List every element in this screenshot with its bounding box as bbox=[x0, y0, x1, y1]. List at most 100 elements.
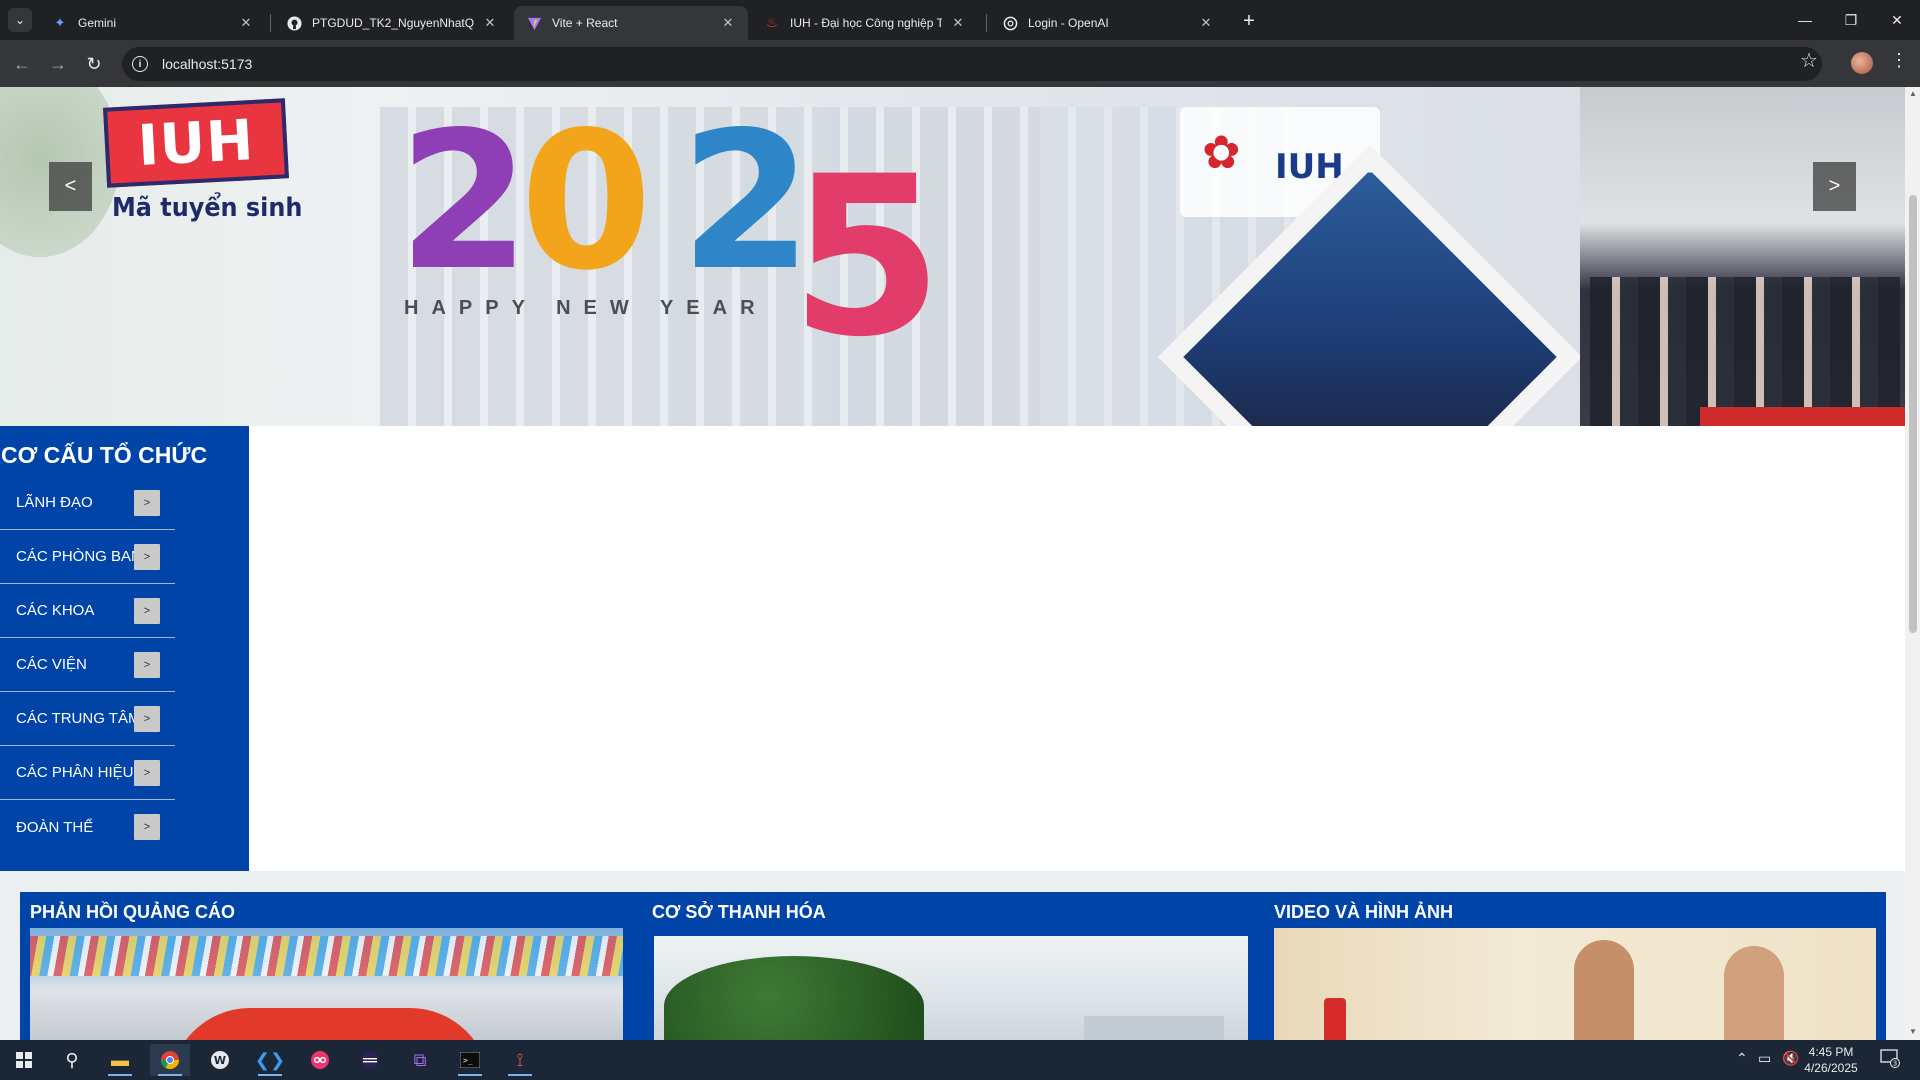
iuh-icon: ♨ bbox=[766, 15, 778, 30]
org-item-unions[interactable]: ĐOÀN THỂ > bbox=[0, 800, 175, 854]
org-item-branches[interactable]: CÁC PHÂN HIỆU > bbox=[0, 746, 175, 800]
expand-button[interactable]: > bbox=[134, 652, 160, 678]
signing-table bbox=[1700, 407, 1905, 426]
forward-arrow-icon[interactable]: → bbox=[44, 50, 72, 78]
eclipse-icon[interactable] bbox=[350, 1044, 390, 1076]
tab-search-dropdown-icon[interactable]: ⌄ bbox=[8, 8, 32, 32]
hero-banner-carousel: IUH Mã tuyển sinh 2 0 2 5 HAPPY NEW YEAR… bbox=[0, 87, 1905, 426]
visual-studio-icon[interactable]: ⧉ bbox=[400, 1044, 440, 1076]
tab-label: IUH - Đại học Công nghiệp TP.H bbox=[790, 16, 942, 30]
org-item-centers[interactable]: CÁC TRUNG TÂM > bbox=[0, 692, 175, 746]
windows-taskbar: ⚲ ▬ W ❮❯ ⧉ >_ ⟟ ⌃ ▭ 🔇 4:45 PM 4/26/2025 … bbox=[0, 1040, 1920, 1080]
scrollbar-thumb[interactable] bbox=[1909, 195, 1917, 633]
file-explorer-icon[interactable]: ▬ bbox=[100, 1044, 140, 1076]
openai-icon bbox=[1002, 15, 1018, 31]
org-item-leadership[interactable]: LÃNH ĐẠO > bbox=[0, 476, 175, 530]
window-close-button[interactable]: ✕ bbox=[1874, 0, 1920, 40]
thanh-hoa-campus-image[interactable] bbox=[654, 936, 1248, 1040]
org-structure-sidebar: CƠ CẤU TỔ CHỨC LÃNH ĐẠO > CÁC PHÒNG BAN … bbox=[0, 426, 249, 871]
campus-building bbox=[1084, 1016, 1224, 1040]
tab-separator bbox=[986, 14, 987, 32]
close-icon[interactable]: ✕ bbox=[950, 15, 966, 31]
url-text[interactable]: localhost:5173 bbox=[162, 56, 252, 72]
clock-time: 4:45 PM bbox=[1808, 1045, 1854, 1059]
panel-title-thanh-hoa-campus[interactable]: CƠ SỞ THANH HÓA bbox=[652, 902, 826, 923]
back-arrow-icon[interactable]: ← bbox=[8, 50, 36, 78]
minimize-button[interactable]: — bbox=[1782, 0, 1828, 40]
address-bar[interactable]: i localhost:5173 bbox=[122, 47, 1822, 81]
tab-label: Vite + React bbox=[552, 16, 618, 30]
github-icon bbox=[286, 15, 302, 31]
year-digit: 5 bbox=[790, 129, 944, 385]
org-item-faculties[interactable]: CÁC KHOA > bbox=[0, 584, 175, 638]
close-icon[interactable]: ✕ bbox=[482, 15, 498, 31]
app-oo-icon[interactable] bbox=[300, 1044, 340, 1076]
page-scrollbar[interactable]: ▲ ▼ bbox=[1905, 87, 1920, 1040]
site-info-icon[interactable]: i bbox=[132, 56, 148, 72]
profile-avatar[interactable] bbox=[1851, 52, 1873, 74]
browser-tab-bar: ⌄ ✦ Gemini ✕ PTGDUD_TK2_NguyenNhatQua ✕ … bbox=[0, 0, 1920, 40]
tab-label: Gemini bbox=[78, 16, 117, 30]
tab-openai[interactable]: Login - OpenAI ✕ bbox=[990, 6, 1226, 40]
tab-label: PTGDUD_TK2_NguyenNhatQua bbox=[312, 16, 474, 30]
expand-button[interactable]: > bbox=[134, 760, 160, 786]
org-item-departments[interactable]: CÁC PHÒNG BAN > bbox=[0, 530, 175, 584]
tab-iuh[interactable]: ♨ IUH - Đại học Công nghiệp TP.H ✕ bbox=[752, 6, 978, 40]
system-clock[interactable]: 4:45 PM 4/26/2025 bbox=[1796, 1044, 1866, 1076]
vscode-icon[interactable]: ❮❯ bbox=[250, 1044, 290, 1076]
app-w-icon[interactable]: W bbox=[200, 1044, 240, 1076]
org-item-label: CÁC PHÒNG BAN bbox=[16, 548, 142, 565]
tab-gemini[interactable]: ✦ Gemini ✕ bbox=[40, 6, 266, 40]
clock-date: 4/26/2025 bbox=[1804, 1061, 1858, 1075]
restore-button[interactable]: ❐ bbox=[1828, 0, 1874, 40]
expand-button[interactable]: > bbox=[134, 814, 160, 840]
new-tab-button[interactable]: + bbox=[1236, 8, 1262, 34]
expand-button[interactable]: > bbox=[134, 598, 160, 624]
scroll-down-arrow-icon[interactable]: ▼ bbox=[1909, 1027, 1917, 1036]
panel-title-video-images[interactable]: VIDEO VÀ HÌNH ẢNH bbox=[1274, 902, 1453, 923]
feature-panels: PHẢN HỒI QUẢNG CÁO CƠ SỞ THANH HÓA VIDEO… bbox=[20, 892, 1886, 1040]
org-item-label: ĐOÀN THỂ bbox=[16, 818, 94, 836]
org-structure-title: CƠ CẤU TỔ CHỨC bbox=[1, 442, 208, 468]
tab-separator bbox=[270, 14, 271, 32]
svg-text:>_: >_ bbox=[463, 1056, 473, 1065]
trees bbox=[664, 956, 924, 1040]
scroll-up-arrow-icon[interactable]: ▲ bbox=[1909, 89, 1917, 98]
search-icon[interactable]: ⚲ bbox=[52, 1044, 92, 1076]
panel-title-ad-feedback[interactable]: PHẢN HỒI QUẢNG CÁO bbox=[30, 902, 235, 923]
bottle bbox=[1324, 998, 1346, 1040]
bookmark-star-icon[interactable]: ☆ bbox=[1800, 48, 1818, 73]
windows-start-icon[interactable] bbox=[4, 1044, 44, 1076]
reload-icon[interactable]: ↻ bbox=[80, 50, 108, 78]
org-item-label: CÁC VIỆN bbox=[16, 656, 87, 673]
network-icon[interactable]: ▭ bbox=[1758, 1050, 1771, 1067]
show-hidden-icons-chevron-icon[interactable]: ⌃ bbox=[1736, 1050, 1748, 1067]
expand-button[interactable]: > bbox=[134, 544, 160, 570]
carousel-prev-button[interactable]: < bbox=[49, 162, 92, 211]
close-icon[interactable]: ✕ bbox=[1198, 15, 1214, 31]
menu-kebab-icon[interactable]: ⋮ bbox=[1890, 50, 1908, 71]
close-icon[interactable]: ✕ bbox=[720, 15, 736, 31]
gemini-icon: ✦ bbox=[54, 15, 66, 30]
tab-vite-react[interactable]: Vite + React ✕ bbox=[514, 6, 748, 40]
app-red-icon[interactable]: ⟟ bbox=[500, 1044, 540, 1076]
terminal-icon[interactable]: >_ bbox=[450, 1044, 490, 1076]
balloon-arch bbox=[170, 1008, 490, 1040]
tab-github[interactable]: PTGDUD_TK2_NguyenNhatQua ✕ bbox=[274, 6, 510, 40]
carousel-next-button[interactable]: > bbox=[1813, 162, 1856, 211]
svg-text:W: W bbox=[214, 1054, 226, 1067]
close-icon[interactable]: ✕ bbox=[238, 15, 254, 31]
org-item-label: CÁC TRUNG TÂM bbox=[16, 710, 141, 727]
expand-button[interactable]: > bbox=[134, 706, 160, 732]
org-item-institutes[interactable]: CÁC VIỆN > bbox=[0, 638, 175, 692]
chrome-icon[interactable] bbox=[150, 1044, 190, 1076]
notification-center-icon[interactable]: 3 bbox=[1880, 1048, 1900, 1071]
iuh-logo-text: IUH bbox=[136, 107, 256, 179]
flag-bunting bbox=[30, 936, 623, 976]
org-item-label: CÁC KHOA bbox=[16, 602, 95, 619]
iuh-logo-card: IUH bbox=[103, 98, 289, 188]
video-images-thumbnail[interactable] bbox=[1274, 928, 1876, 1040]
expand-button[interactable]: > bbox=[134, 490, 160, 516]
ad-feedback-image[interactable] bbox=[30, 928, 623, 1040]
delegates-photo bbox=[1590, 277, 1900, 426]
